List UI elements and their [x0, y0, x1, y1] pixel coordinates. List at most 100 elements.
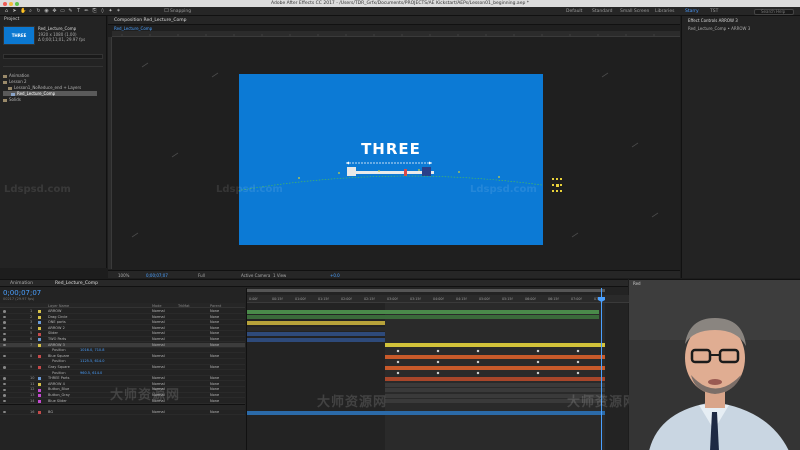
parent-select[interactable]: None: [210, 343, 219, 348]
layer-property-row[interactable]: Position 1016.0, 710.8: [0, 348, 245, 354]
parent-select[interactable]: None: [210, 410, 219, 415]
exposure-value[interactable]: +0.0: [330, 273, 340, 278]
brush-tool-icon[interactable]: ✏: [84, 8, 89, 14]
snapping-label[interactable]: Snapping: [170, 9, 191, 14]
project-search-input[interactable]: [3, 54, 103, 59]
label-color-swatch[interactable]: [38, 394, 41, 398]
layer-property-row[interactable]: Position 1125.5, 614.0: [0, 359, 245, 365]
header-trkmat[interactable]: TrkMat: [178, 304, 190, 308]
layer-name[interactable]: BG: [48, 410, 53, 415]
label-color-swatch[interactable]: [38, 388, 41, 392]
shape-tool-icon[interactable]: ▭: [60, 8, 65, 14]
layer-name[interactable]: ARROW: [48, 309, 61, 314]
label-color-swatch[interactable]: [38, 399, 41, 403]
puppet-tool-icon[interactable]: ✶: [116, 8, 121, 14]
zoom-tool-icon[interactable]: ⌕: [28, 8, 33, 14]
layer-duration-bar[interactable]: [385, 365, 605, 370]
label-color-swatch[interactable]: [38, 382, 41, 386]
visibility-eye-icon[interactable]: [3, 354, 6, 358]
label-color-swatch[interactable]: [38, 321, 41, 325]
layer-row[interactable]: 4 ARROW 2 Normal None: [0, 326, 245, 331]
visibility-eye-icon[interactable]: [3, 394, 6, 397]
hand-tool-icon[interactable]: ✋: [20, 8, 26, 14]
label-color-swatch[interactable]: [38, 338, 41, 342]
visibility-eye-icon[interactable]: [3, 310, 6, 313]
blend-mode-select[interactable]: Normal: [152, 331, 165, 336]
parent-select[interactable]: None: [210, 331, 219, 336]
timeline-tab-animation[interactable]: Animation: [10, 281, 33, 286]
type-tool-icon[interactable]: T: [76, 8, 81, 14]
resolution-select[interactable]: Full: [198, 273, 205, 278]
visibility-eye-icon[interactable]: [3, 326, 6, 330]
label-color-swatch[interactable]: [38, 332, 41, 336]
layer-duration-bar[interactable]: [385, 354, 605, 359]
anchor-point-marker[interactable]: [552, 178, 566, 196]
keyframe-diamond[interactable]: [436, 349, 440, 353]
property-value[interactable]: 1016.0, 710.8: [80, 348, 105, 353]
selection-tool-icon[interactable]: ➤: [12, 8, 17, 14]
layer-row[interactable]: 10 THREE Parts Normal None: [0, 376, 245, 382]
visibility-eye-icon[interactable]: [3, 332, 6, 336]
label-color-swatch[interactable]: [38, 343, 41, 347]
timeline-tab-comp[interactable]: Red_Lecture_Comp: [55, 281, 98, 286]
layer-duration-bar[interactable]: [247, 337, 385, 342]
visibility-eye-icon[interactable]: [3, 399, 6, 403]
layer-duration-bar[interactable]: [247, 332, 385, 337]
keyframe-diamond[interactable]: [576, 349, 580, 353]
layer-duration-bar[interactable]: [385, 377, 605, 381]
visibility-eye-icon[interactable]: [3, 338, 6, 341]
label-color-swatch[interactable]: [38, 366, 41, 370]
parent-select[interactable]: None: [210, 315, 219, 320]
layer-row[interactable]: 3 ONE parts Normal None: [0, 320, 245, 326]
eraser-tool-icon[interactable]: ◊: [100, 8, 105, 14]
property-value[interactable]: 1125.5, 614.0: [80, 359, 105, 364]
time-ruler[interactable]: 0:00f 00:15f 01:00f 01:15f 02:00f 02:15f 03:00…: [247, 295, 629, 303]
pan-behind-tool-icon[interactable]: ✥: [52, 8, 57, 14]
parent-select[interactable]: None: [210, 320, 219, 325]
label-color-swatch[interactable]: [38, 326, 41, 330]
blend-mode-select[interactable]: Normal: [152, 376, 165, 381]
workspace-small-screen[interactable]: Small Screen: [620, 9, 649, 14]
layer-duration-bar[interactable]: [247, 321, 385, 325]
keyframe-diamond[interactable]: [396, 349, 400, 353]
composition-tab[interactable]: Composition Red_Lecture_Comp: [114, 18, 187, 23]
blend-mode-select[interactable]: Normal: [152, 320, 165, 325]
visibility-eye-icon[interactable]: [3, 377, 6, 380]
keyframe-diamond[interactable]: [536, 371, 540, 375]
blend-mode-select[interactable]: Normal: [152, 315, 165, 320]
layer-duration-bar[interactable]: [247, 309, 599, 314]
keyframe-track[interactable]: [247, 371, 629, 375]
parent-select[interactable]: None: [210, 376, 219, 381]
roto-tool-icon[interactable]: ✦: [108, 8, 113, 14]
keyframe-track[interactable]: [247, 360, 629, 364]
label-color-swatch[interactable]: [38, 354, 41, 358]
layer-name[interactable]: Blue Square: [48, 354, 69, 359]
work-area-bar[interactable]: [247, 289, 605, 292]
visibility-eye-icon[interactable]: [3, 315, 6, 319]
keyframe-diamond[interactable]: [576, 360, 580, 364]
parent-select[interactable]: None: [210, 387, 219, 392]
workspace-starry[interactable]: Starry: [685, 9, 699, 14]
header-mode[interactable]: Mode: [152, 304, 162, 308]
layer-duration-bar[interactable]: [247, 410, 605, 415]
layer-name[interactable]: TWO Parts: [48, 337, 66, 342]
project-item[interactable]: Lesson 2: [3, 79, 103, 84]
gray-square[interactable]: [347, 167, 356, 176]
clone-tool-icon[interactable]: ⎘: [92, 8, 97, 14]
label-color-swatch[interactable]: [38, 377, 41, 381]
layer-row[interactable]: 9 Gray Square Normal None: [0, 365, 245, 371]
timeline-graph[interactable]: 0:00f 00:15f 01:00f 01:15f 02:00f 02:15f 03:00…: [246, 288, 636, 450]
layer-row[interactable]: 8 Blue Square Normal None: [0, 354, 245, 359]
workspace-standard[interactable]: Standard: [592, 9, 612, 14]
effect-controls-tab[interactable]: Effect Controls ARROW 3: [688, 18, 738, 23]
layer-name[interactable]: ARROW 2: [48, 326, 65, 331]
visibility-eye-icon[interactable]: [3, 321, 6, 324]
parent-select[interactable]: None: [210, 393, 219, 398]
parent-select[interactable]: None: [210, 354, 219, 359]
parent-select[interactable]: None: [210, 326, 219, 331]
blend-mode-select[interactable]: Normal: [152, 365, 165, 370]
blend-mode-select[interactable]: Normal: [152, 410, 165, 415]
search-help-input[interactable]: Search Help: [754, 8, 794, 15]
layer-duration-bar[interactable]: [247, 326, 385, 331]
parent-select[interactable]: None: [210, 309, 219, 314]
